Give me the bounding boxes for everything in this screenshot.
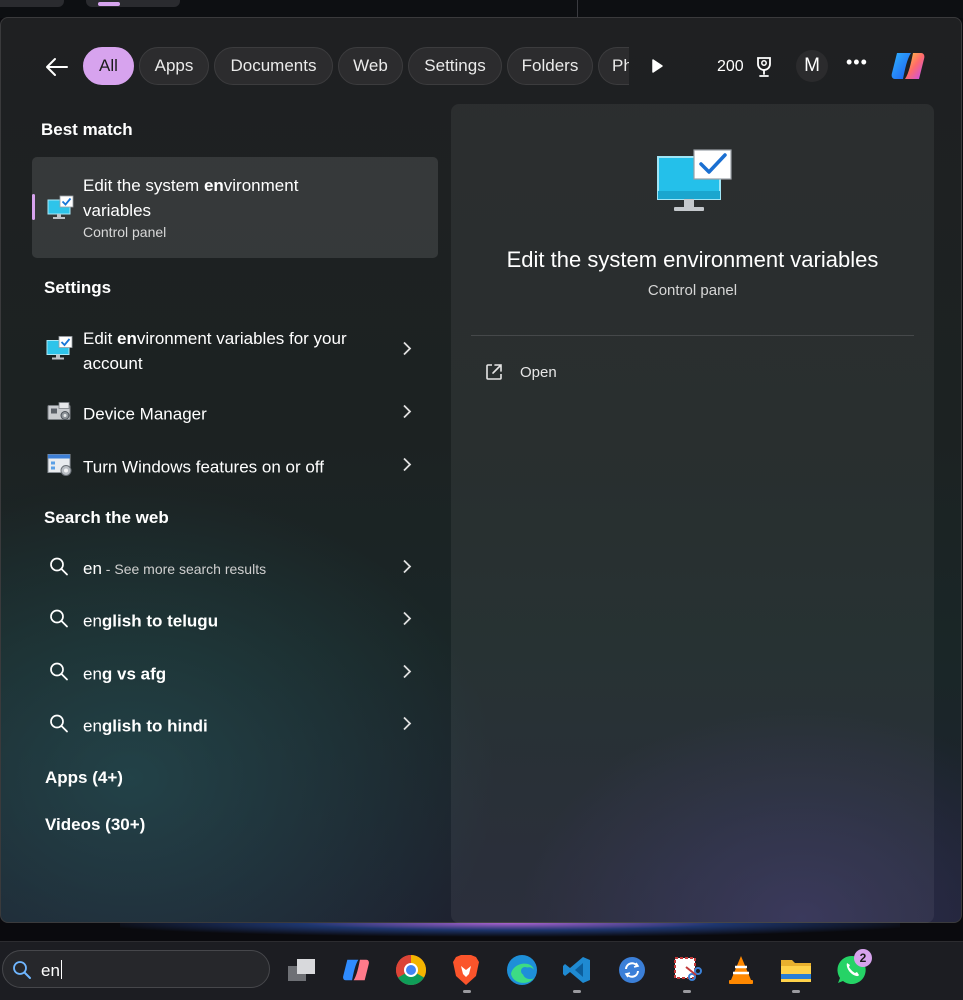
search-icon bbox=[49, 609, 69, 634]
device-manager-icon bbox=[46, 400, 74, 429]
preview-subtitle: Control panel bbox=[647, 282, 738, 299]
web-result-suggestion[interactable]: eng vs afg bbox=[32, 650, 438, 698]
web-result-see-more[interactable]: en - See more search results bbox=[32, 545, 438, 593]
web-result-label: eng vs afg bbox=[83, 664, 167, 684]
copilot-icon[interactable] bbox=[340, 954, 372, 986]
background-window-strip bbox=[0, 0, 963, 18]
brave-icon[interactable] bbox=[450, 954, 482, 986]
tab-settings[interactable]: Settings bbox=[408, 47, 502, 85]
suggestion-completion: g vs afg bbox=[101, 664, 167, 684]
background-window-tab bbox=[0, 0, 64, 7]
open-action[interactable]: Open bbox=[484, 362, 557, 382]
settings-result-label: Device Manager bbox=[83, 404, 207, 424]
web-result-label: en - See more search results bbox=[83, 559, 267, 578]
search-icon bbox=[12, 960, 32, 985]
chevron-right-icon bbox=[402, 716, 412, 736]
chevron-right-icon bbox=[402, 404, 412, 424]
open-external-icon bbox=[486, 364, 502, 380]
scroll-filters-button[interactable] bbox=[650, 58, 664, 79]
file-explorer-icon[interactable] bbox=[780, 954, 812, 986]
open-label: Open bbox=[520, 363, 557, 381]
avatar[interactable]: M bbox=[796, 50, 828, 82]
settings-result-label: Edit environment variables for your acco… bbox=[83, 329, 347, 373]
web-result-suggestion[interactable]: english to hindi bbox=[32, 702, 438, 750]
running-indicator bbox=[683, 990, 691, 993]
settings-heading: Settings bbox=[44, 278, 112, 297]
preview-title: Edit the system environment variables bbox=[506, 247, 879, 272]
best-match-heading: Best match bbox=[41, 120, 133, 139]
suggestion-completion: glish to hindi bbox=[101, 716, 208, 736]
more-options-icon[interactable]: ••• bbox=[846, 52, 868, 73]
environment-variables-icon bbox=[656, 149, 734, 220]
tab-photos[interactable]: Ph bbox=[598, 47, 629, 85]
settings-result-device-manager[interactable]: Device Manager bbox=[32, 390, 438, 438]
running-indicator bbox=[463, 990, 471, 993]
suggestion-completion: glish to telugu bbox=[101, 611, 219, 631]
tab-all[interactable]: All bbox=[83, 47, 134, 85]
copilot-icon[interactable] bbox=[889, 47, 927, 90]
chevron-right-icon bbox=[402, 611, 412, 631]
environment-variables-icon bbox=[47, 195, 75, 226]
tab-apps[interactable]: Apps bbox=[139, 47, 209, 85]
web-result-suggestion[interactable]: english to telugu bbox=[32, 597, 438, 645]
settings-result-windows-features[interactable]: Turn Windows features on or off bbox=[32, 443, 438, 491]
preview-divider bbox=[471, 335, 914, 336]
settings-result-env-vars[interactable]: Edit environment variables for your acco… bbox=[32, 326, 438, 376]
tab-documents[interactable]: Documents bbox=[214, 47, 333, 85]
search-icon bbox=[49, 662, 69, 687]
web-result-label: english to telugu bbox=[83, 611, 219, 631]
back-button[interactable] bbox=[40, 50, 74, 84]
chevron-right-icon bbox=[402, 457, 412, 477]
search-icon bbox=[49, 557, 69, 582]
search-web-heading: Search the web bbox=[44, 508, 169, 527]
vlc-icon[interactable] bbox=[725, 954, 757, 986]
arrow-left-icon bbox=[46, 58, 68, 76]
environment-variables-icon bbox=[46, 336, 74, 367]
settings-result-label: Turn Windows features on or off bbox=[83, 457, 324, 477]
task-view-icon[interactable] bbox=[286, 954, 318, 986]
best-match-title: Edit the system environment variables bbox=[83, 176, 299, 220]
result-preview-pane: Edit the system environment variables Co… bbox=[451, 104, 934, 923]
windows-features-icon bbox=[46, 452, 74, 483]
running-indicator bbox=[792, 990, 800, 993]
play-icon bbox=[652, 59, 663, 73]
window-divider bbox=[577, 0, 578, 18]
rewards-trophy-icon[interactable] bbox=[752, 55, 776, 84]
search-icon bbox=[49, 714, 69, 739]
chrome-icon[interactable] bbox=[395, 954, 427, 986]
vscode-icon[interactable] bbox=[561, 954, 593, 986]
web-result-label: english to hindi bbox=[83, 716, 208, 736]
sync-icon[interactable] bbox=[616, 954, 648, 986]
notification-badge: 2 bbox=[854, 949, 872, 967]
chevron-right-icon bbox=[402, 559, 412, 579]
background-window-tab bbox=[86, 0, 180, 7]
tab-web[interactable]: Web bbox=[338, 47, 403, 85]
rewards-points[interactable]: 200 bbox=[717, 58, 744, 76]
apps-section-link[interactable]: Apps (4+) bbox=[45, 768, 123, 788]
chevron-right-icon bbox=[402, 341, 412, 361]
edge-icon[interactable] bbox=[506, 954, 538, 986]
snipping-tool-icon[interactable] bbox=[671, 954, 703, 986]
panel-glow bbox=[120, 923, 900, 941]
videos-section-link[interactable]: Videos (30+) bbox=[45, 815, 145, 835]
selection-indicator bbox=[32, 194, 35, 220]
taskbar-search-input[interactable]: en bbox=[2, 950, 270, 988]
best-match-subtitle: Control panel bbox=[83, 224, 167, 240]
tab-folders[interactable]: Folders bbox=[507, 47, 593, 85]
best-match-result[interactable]: Edit the system environment variables Co… bbox=[32, 157, 438, 258]
running-indicator bbox=[573, 990, 581, 993]
chevron-right-icon bbox=[402, 664, 412, 684]
search-query-text: en bbox=[41, 960, 62, 980]
